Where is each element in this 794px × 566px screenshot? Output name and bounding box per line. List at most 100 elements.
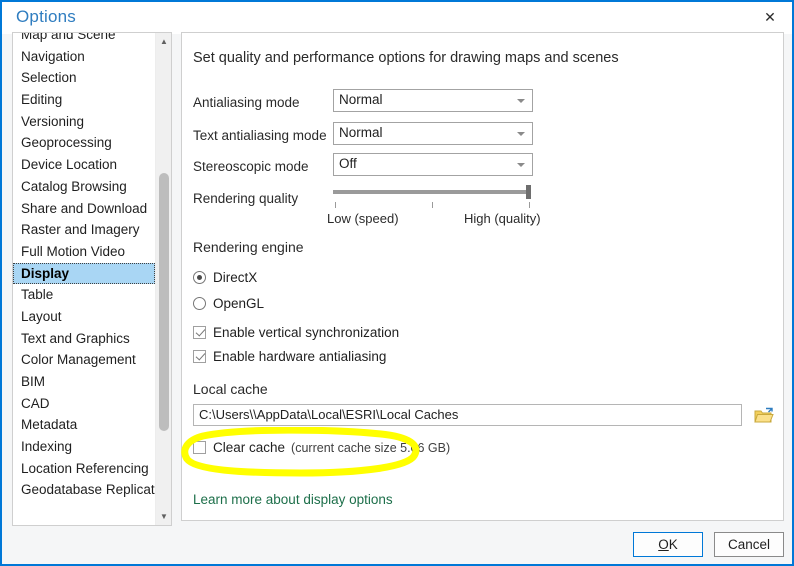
stereoscopic-mode-value: Off — [339, 156, 357, 171]
close-icon[interactable]: ✕ — [748, 2, 792, 32]
slider-tick-mid — [432, 202, 433, 208]
sidebar-item-label: Display — [21, 266, 69, 281]
radio-directx[interactable]: DirectX — [193, 270, 257, 285]
sidebar-item-label: Raster and Imagery — [21, 222, 140, 237]
checkbox-vertical-sync[interactable]: Enable vertical synchronization — [193, 325, 399, 340]
sidebar-item-text-and-graphics[interactable]: Text and Graphics — [13, 328, 155, 350]
sidebar-item-label: Layout — [21, 309, 62, 324]
sidebar-item-label: Share and Download — [21, 201, 147, 216]
radio-directx-label: DirectX — [213, 270, 257, 285]
slider-low-label: Low (speed) — [327, 211, 399, 226]
sidebar-item-display[interactable]: Display — [13, 263, 155, 285]
sidebar-item-label: Navigation — [21, 49, 85, 64]
checkbox-unchecked-icon — [193, 441, 206, 454]
stereoscopic-mode-dropdown[interactable]: Off — [333, 153, 533, 176]
slider-tick-high — [529, 202, 530, 208]
scrollbar-thumb[interactable] — [159, 173, 169, 431]
checkbox-checked-icon — [193, 326, 206, 339]
sidebar-item-location-referencing[interactable]: Location Referencing — [13, 458, 155, 480]
text-antialiasing-mode-dropdown[interactable]: Normal — [333, 122, 533, 145]
sidebar-item-label: Geoprocessing — [21, 135, 112, 150]
sidebar-item-navigation[interactable]: Navigation — [13, 46, 155, 68]
sidebar-scrollbar[interactable]: ▲ ▼ — [155, 33, 171, 525]
checkbox-checked-icon — [193, 350, 206, 363]
sidebar-item-bim[interactable]: BIM — [13, 371, 155, 393]
title-bar: Options ✕ — [2, 2, 792, 34]
checkbox-hardware-antialiasing-label: Enable hardware antialiasing — [213, 349, 386, 364]
chevron-down-icon[interactable]: ▼ — [156, 508, 172, 525]
antialiasing-mode-value: Normal — [339, 92, 383, 107]
sidebar-item-selection[interactable]: Selection — [13, 67, 155, 89]
display-options-panel: Set quality and performance options for … — [181, 32, 784, 521]
sidebar-item-label: Device Location — [21, 157, 117, 172]
sidebar-item-label: Location Referencing — [21, 461, 149, 476]
chevron-up-icon[interactable]: ▲ — [156, 33, 172, 50]
radio-opengl-label: OpenGL — [213, 296, 264, 311]
rendering-engine-title: Rendering engine — [193, 239, 304, 255]
sidebar-item-indexing[interactable]: Indexing — [13, 436, 155, 458]
radio-unselected-icon — [193, 297, 206, 310]
sidebar-item-geodatabase-replication[interactable]: Geodatabase Replication — [13, 479, 155, 501]
checkbox-vertical-sync-label: Enable vertical synchronization — [213, 325, 399, 340]
sidebar-item-layout[interactable]: Layout — [13, 306, 155, 328]
rendering-quality-slider[interactable]: Low (speed) High (quality) — [333, 183, 533, 227]
sidebar-item-label: Full Motion Video — [21, 244, 125, 259]
sidebar-item-label: Selection — [21, 70, 77, 85]
checkbox-clear-cache-label: Clear cache — [213, 440, 285, 455]
sidebar-item-metadata[interactable]: Metadata — [13, 414, 155, 436]
learn-more-link[interactable]: Learn more about display options — [193, 492, 393, 507]
sidebar-item-label: Text and Graphics — [21, 331, 130, 346]
checkbox-hardware-antialiasing[interactable]: Enable hardware antialiasing — [193, 349, 386, 364]
antialiasing-mode-label: Antialiasing mode — [193, 95, 300, 110]
page-title: Options — [16, 7, 76, 27]
sidebar-item-full-motion-video[interactable]: Full Motion Video — [13, 241, 155, 263]
sidebar-item-label: Catalog Browsing — [21, 179, 127, 194]
chevron-down-icon — [517, 163, 525, 167]
local-cache-path-input[interactable]: C:\Users\\AppData\Local\ESRI\Local Cache… — [193, 404, 742, 426]
sidebar-item-raster-and-imagery[interactable]: Raster and Imagery — [13, 219, 155, 241]
sidebar-item-list: Map and Scene Navigation Selection Editing V… — [13, 32, 155, 501]
sidebar-item-geoprocessing[interactable]: Geoprocessing — [13, 132, 155, 154]
slider-tick-low — [335, 202, 336, 208]
sidebar-item-versioning[interactable]: Versioning — [13, 111, 155, 133]
checkbox-clear-cache[interactable]: Clear cache (current cache size 5.06 GB) — [193, 440, 450, 455]
slider-thumb[interactable] — [526, 185, 531, 199]
panel-heading: Set quality and performance options for … — [193, 50, 619, 66]
local-cache-path-value: C:\Users\\AppData\Local\ESRI\Local Cache… — [199, 407, 458, 422]
sidebar-item-map-and-scene[interactable]: Map and Scene — [13, 32, 155, 46]
sidebar-item-editing[interactable]: Editing — [13, 89, 155, 111]
chevron-down-icon — [517, 132, 525, 136]
sidebar-item-label: Metadata — [21, 417, 77, 432]
open-folder-icon[interactable] — [752, 403, 776, 427]
antialiasing-mode-dropdown[interactable]: Normal — [333, 89, 533, 112]
ok-button-label: K — [669, 537, 678, 552]
sidebar-item-label: Map and Scene — [21, 32, 116, 42]
sidebar-item-label: Indexing — [21, 439, 72, 454]
cancel-button[interactable]: Cancel — [714, 532, 784, 557]
text-antialiasing-mode-value: Normal — [339, 125, 383, 140]
text-antialiasing-mode-label: Text antialiasing mode — [193, 128, 327, 143]
stereoscopic-mode-label: Stereoscopic mode — [193, 159, 309, 174]
clear-cache-size-text: (current cache size 5.06 GB) — [291, 441, 450, 455]
sidebar-item-label: Color Management — [21, 352, 136, 367]
sidebar-item-label: CAD — [21, 396, 50, 411]
radio-opengl[interactable]: OpenGL — [193, 296, 264, 311]
sidebar: Map and Scene Navigation Selection Editing V… — [12, 32, 172, 526]
sidebar-item-table[interactable]: Table — [13, 284, 155, 306]
sidebar-item-label: Editing — [21, 92, 62, 107]
slider-track[interactable] — [333, 190, 531, 194]
ok-button[interactable]: OK — [633, 532, 703, 557]
sidebar-item-label: BIM — [21, 374, 45, 389]
options-dialog: Options ✕ Map and Scene Navigation Selecti… — [0, 0, 794, 566]
cancel-button-label: Cancel — [728, 537, 770, 552]
local-cache-title: Local cache — [193, 381, 268, 397]
sidebar-item-label: Geodatabase Replication — [21, 482, 172, 497]
sidebar-item-share-and-download[interactable]: Share and Download — [13, 198, 155, 220]
sidebar-item-label: Table — [21, 287, 53, 302]
sidebar-item-catalog-browsing[interactable]: Catalog Browsing — [13, 176, 155, 198]
sidebar-item-label: Versioning — [21, 114, 84, 129]
sidebar-item-color-management[interactable]: Color Management — [13, 349, 155, 371]
sidebar-item-cad[interactable]: CAD — [13, 393, 155, 415]
radio-selected-icon — [193, 271, 206, 284]
sidebar-item-device-location[interactable]: Device Location — [13, 154, 155, 176]
